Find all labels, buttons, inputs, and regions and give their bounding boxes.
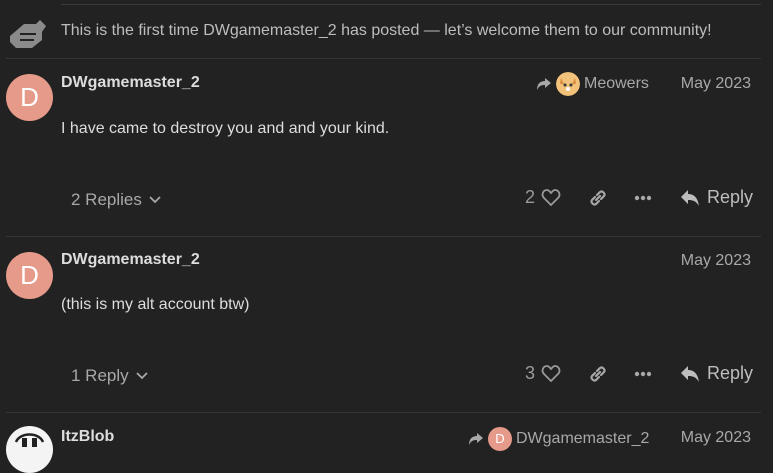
more-actions-button[interactable] bbox=[631, 186, 655, 210]
replies-count-label: 1 Reply bbox=[71, 366, 129, 385]
link-icon bbox=[590, 366, 606, 382]
post-body: I have came to destroy you and and your … bbox=[61, 120, 390, 137]
hand-wave-icon bbox=[10, 20, 46, 48]
post-date[interactable]: May 2023 bbox=[681, 75, 751, 93]
chevron-down-icon bbox=[136, 372, 148, 380]
more-actions-button[interactable] bbox=[631, 362, 655, 386]
reply-label: Reply bbox=[707, 187, 754, 207]
username[interactable]: ItzBlob bbox=[61, 428, 114, 446]
reply-to-tab[interactable]: D DWgamemaster_2 bbox=[468, 427, 649, 451]
reply-to-username: Meowers bbox=[584, 75, 649, 92]
avatar[interactable]: D bbox=[6, 74, 53, 121]
show-replies-button[interactable]: 1 Reply bbox=[61, 362, 159, 390]
post-date[interactable]: May 2023 bbox=[681, 429, 751, 447]
share-arrow-icon bbox=[537, 78, 551, 90]
divider bbox=[6, 236, 761, 237]
username[interactable]: DWgamemaster_2 bbox=[61, 251, 200, 269]
ellipsis-icon bbox=[634, 371, 652, 377]
heart-icon bbox=[541, 188, 561, 206]
reply-to-avatar: D bbox=[488, 427, 512, 451]
avatar[interactable] bbox=[6, 426, 53, 473]
username[interactable]: DWgamemaster_2 bbox=[61, 74, 200, 92]
reply-arrow-icon bbox=[681, 365, 699, 382]
divider bbox=[6, 412, 761, 413]
reply-to-tab[interactable]: Meowers bbox=[536, 72, 649, 96]
cat-avatar-icon bbox=[556, 72, 580, 96]
reply-arrow-icon bbox=[681, 189, 699, 206]
reply-button[interactable]: Reply bbox=[680, 363, 753, 384]
chevron-down-icon bbox=[149, 196, 161, 204]
copy-link-button[interactable] bbox=[586, 186, 610, 210]
avatar[interactable]: D bbox=[6, 252, 53, 299]
copy-link-button[interactable] bbox=[586, 362, 610, 386]
post-body: (this is my alt account btw) bbox=[61, 296, 250, 313]
share-arrow-icon bbox=[469, 433, 483, 445]
reply-button[interactable]: Reply bbox=[680, 187, 753, 208]
top-divider bbox=[61, 4, 761, 5]
link-icon bbox=[590, 190, 606, 206]
replies-count-label: 2 Replies bbox=[71, 190, 142, 209]
heart-icon bbox=[541, 364, 561, 382]
like-button[interactable]: 3 bbox=[525, 363, 561, 384]
show-replies-button[interactable]: 2 Replies bbox=[61, 186, 172, 214]
reply-label: Reply bbox=[707, 363, 754, 383]
first-post-notice: This is the first time DWgamemaster_2 ha… bbox=[0, 8, 773, 56]
reply-to-username: DWgamemaster_2 bbox=[516, 430, 650, 447]
ellipsis-icon bbox=[634, 195, 652, 201]
post-date[interactable]: May 2023 bbox=[681, 252, 751, 270]
notice-text: This is the first time DWgamemaster_2 ha… bbox=[61, 22, 712, 39]
like-count: 3 bbox=[525, 363, 536, 383]
like-count: 2 bbox=[525, 187, 536, 207]
divider bbox=[6, 58, 761, 59]
like-button[interactable]: 2 bbox=[525, 187, 561, 208]
